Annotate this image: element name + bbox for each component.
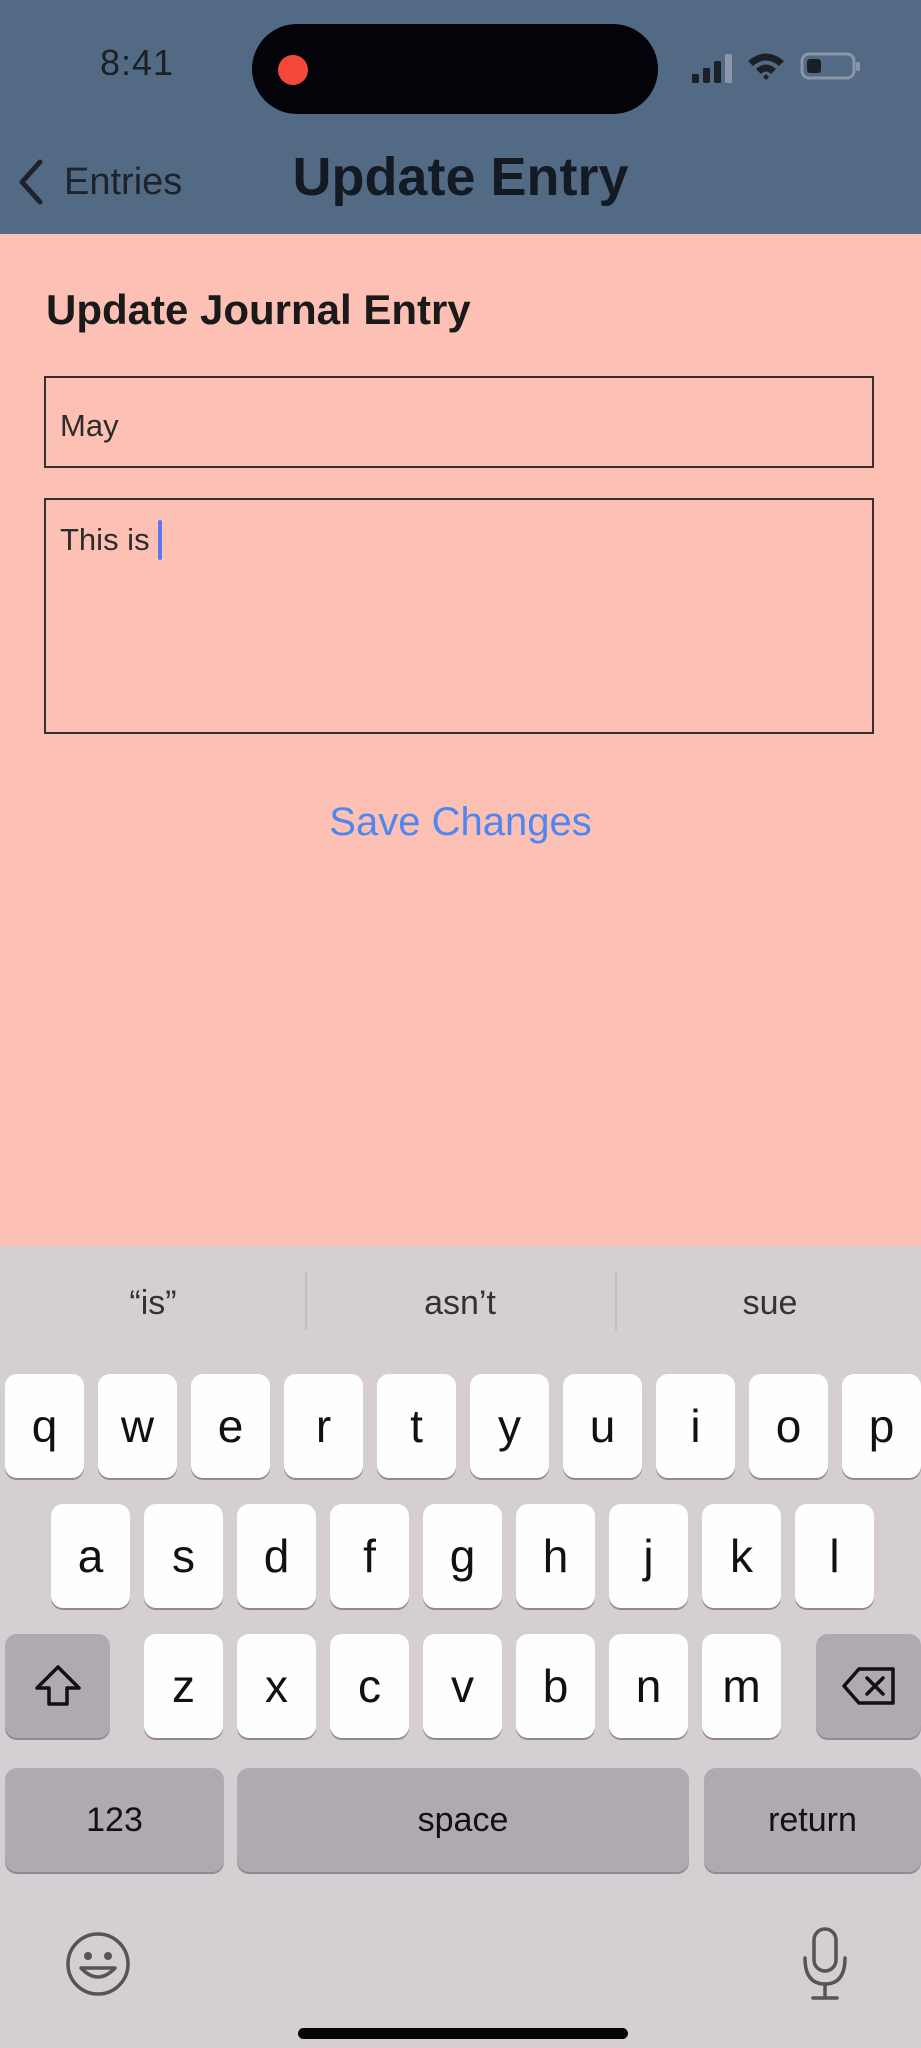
key-x[interactable]: x [237,1634,316,1738]
status-time: 8:41 [100,42,175,83]
key-l[interactable]: l [795,1504,874,1608]
page-title: Update Entry [292,147,629,207]
title-input[interactable]: May [44,376,874,468]
shift-icon [34,1665,81,1706]
key-w[interactable]: w [98,1374,177,1478]
key-e[interactable]: e [191,1374,270,1478]
microphone-icon[interactable] [800,1926,850,2002]
key-z[interactable]: z [144,1634,223,1738]
body-textarea[interactable]: This is [44,498,874,734]
key-y[interactable]: y [470,1374,549,1478]
key-p[interactable]: p [842,1374,921,1478]
form-heading: Update Journal Entry [46,286,471,333]
key-o[interactable]: o [749,1374,828,1478]
key-d[interactable]: d [237,1504,316,1608]
key-m[interactable]: m [702,1634,781,1738]
key-i[interactable]: i [656,1374,735,1478]
key-q[interactable]: q [5,1374,84,1478]
key-v[interactable]: v [423,1634,502,1738]
title-input-value: May [60,408,119,443]
text-cursor [157,520,162,560]
keyboard: “is” asn’t sue q w e r t y u i o p a s d… [0,1246,921,2048]
key-j[interactable]: j [609,1504,688,1608]
delete-key[interactable] [816,1634,921,1738]
return-key[interactable]: return [704,1768,921,1872]
key-g[interactable]: g [423,1504,502,1608]
key-c[interactable]: c [330,1634,409,1738]
body-textarea-value: This is [60,522,150,557]
key-u[interactable]: u [563,1374,642,1478]
key-n[interactable]: n [609,1634,688,1738]
space-key[interactable]: space [237,1768,689,1872]
suggestion-bar: “is” asn’t sue [0,1272,921,1334]
backspace-icon [841,1667,895,1705]
navigation-bar: Entries Update Entry [0,130,921,234]
key-k[interactable]: k [702,1504,781,1608]
recording-dot-icon [278,55,308,85]
key-t[interactable]: t [377,1374,456,1478]
dynamic-island [252,24,658,114]
emoji-icon[interactable] [64,1930,132,1998]
home-indicator [298,2028,628,2039]
key-a[interactable]: a [51,1504,130,1608]
key-r[interactable]: r [284,1374,363,1478]
key-s[interactable]: s [144,1504,223,1608]
suggestion-2[interactable]: asn’t [307,1272,613,1334]
save-changes-button[interactable]: Save Changes [0,800,921,845]
status-bar: 8:41 [0,0,921,130]
cellular-signal-icon [692,54,732,83]
edit-form: Update Journal Entry May This is Save Ch… [0,234,921,1246]
shift-key[interactable] [5,1634,110,1738]
numbers-key[interactable]: 123 [5,1768,224,1872]
wifi-icon [748,53,784,80]
battery-icon [800,52,860,80]
suggestion-1[interactable]: “is” [0,1272,306,1334]
key-b[interactable]: b [516,1634,595,1738]
suggestion-3[interactable]: sue [617,1272,921,1334]
key-h[interactable]: h [516,1504,595,1608]
key-f[interactable]: f [330,1504,409,1608]
